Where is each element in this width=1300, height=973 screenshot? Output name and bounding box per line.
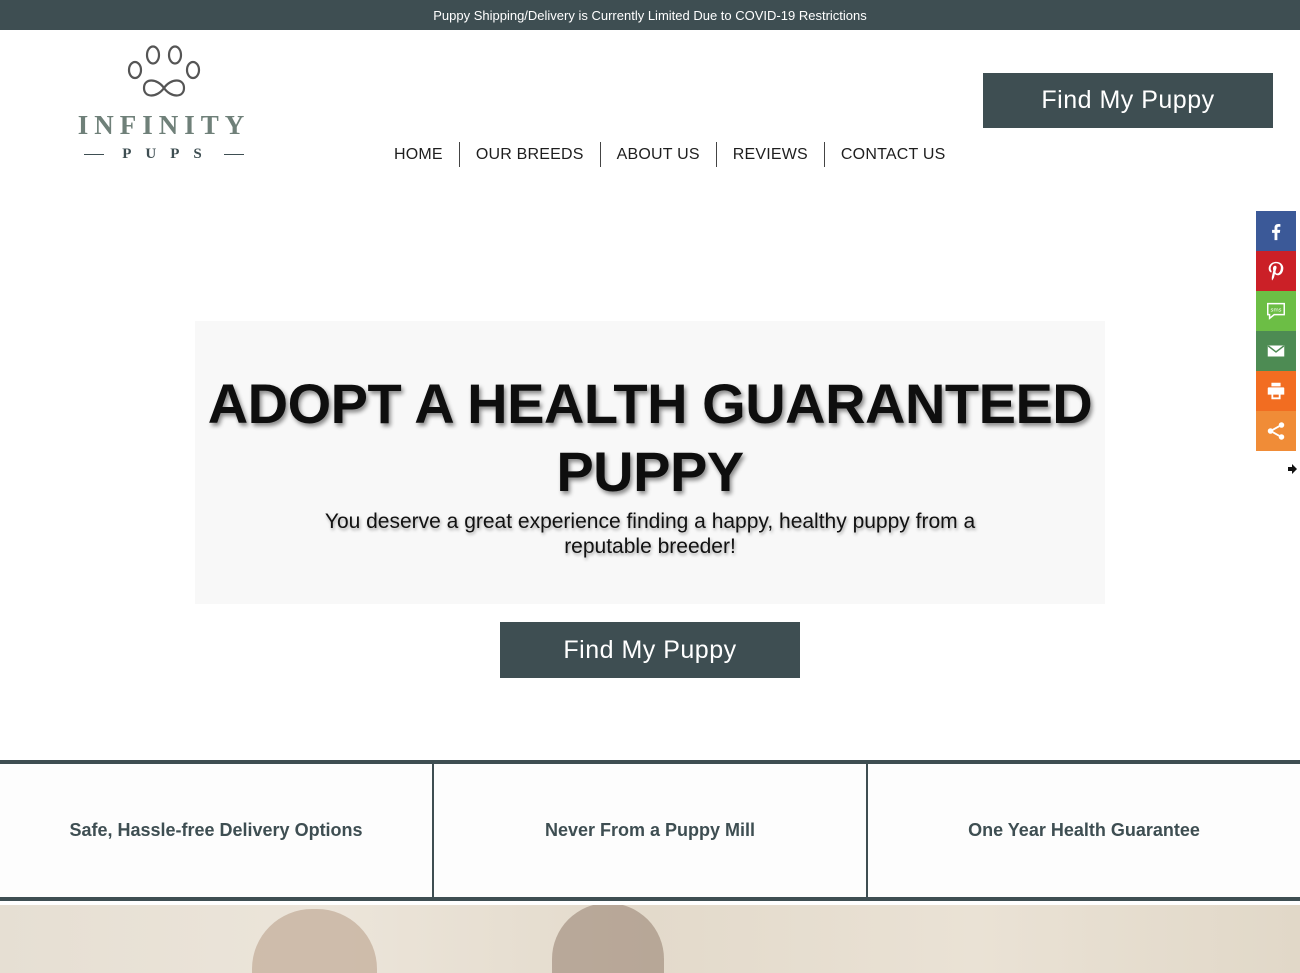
sms-icon-label: sms xyxy=(1270,307,1281,313)
hide-arrow-icon[interactable] xyxy=(1286,463,1298,475)
sms-share-button[interactable]: sms xyxy=(1256,291,1296,331)
print-share-button[interactable] xyxy=(1256,371,1296,411)
announcement-bar: Puppy Shipping/Delivery is Currently Lim… xyxy=(0,0,1300,30)
paw-infinity-icon xyxy=(127,45,201,97)
print-icon xyxy=(1267,382,1285,400)
logo-subtitle: PUPS xyxy=(66,146,262,163)
share-icon xyxy=(1267,422,1285,440)
nav-item-home[interactable]: HOME xyxy=(378,142,459,167)
nav-item-contact-us[interactable]: CONTACT US xyxy=(823,142,962,167)
sms-icon: sms xyxy=(1267,302,1285,320)
pinterest-share-button[interactable] xyxy=(1256,251,1296,291)
facebook-icon xyxy=(1272,224,1281,241)
announcement-text: Puppy Shipping/Delivery is Currently Lim… xyxy=(433,7,867,23)
features-strip: Safe, Hassle-free Delivery Options Never… xyxy=(0,760,1300,901)
logo[interactable]: INFINITY PUPS xyxy=(66,44,262,168)
hero-title: ADOPT A HEALTH GUARANTEED PUPPY xyxy=(207,372,1093,503)
email-share-button[interactable] xyxy=(1256,331,1296,371)
hero-find-puppy-button[interactable]: Find My Puppy xyxy=(500,622,800,678)
pinterest-icon xyxy=(1268,261,1284,281)
header-find-puppy-button[interactable]: Find My Puppy xyxy=(983,73,1273,128)
logo-dash-left xyxy=(84,153,105,156)
facebook-share-button[interactable] xyxy=(1256,211,1296,251)
email-icon xyxy=(1267,345,1285,357)
logo-dash-right xyxy=(223,153,244,156)
photo-person-man xyxy=(552,905,664,973)
share-bar: sms xyxy=(1256,211,1296,451)
logo-subtitle-text: PUPS xyxy=(122,146,216,162)
feature-delivery: Safe, Hassle-free Delivery Options xyxy=(0,764,432,897)
more-share-button[interactable] xyxy=(1256,411,1296,451)
nav-item-reviews[interactable]: REVIEWS xyxy=(715,142,824,167)
logo-wordmark: INFINITY xyxy=(77,110,251,140)
main-nav: HOME OUR BREEDS ABOUT US REVIEWS CONTACT… xyxy=(378,142,961,167)
hero-subtitle: You deserve a great experience finding a… xyxy=(324,510,976,558)
family-photo xyxy=(0,905,1300,973)
nav-item-about-us[interactable]: ABOUT US xyxy=(599,142,716,167)
feature-health-guarantee: One Year Health Guarantee xyxy=(866,764,1300,897)
feature-no-puppy-mill: Never From a Puppy Mill xyxy=(432,764,866,897)
photo-person-woman xyxy=(252,909,377,973)
nav-item-our-breeds[interactable]: OUR BREEDS xyxy=(458,142,600,167)
